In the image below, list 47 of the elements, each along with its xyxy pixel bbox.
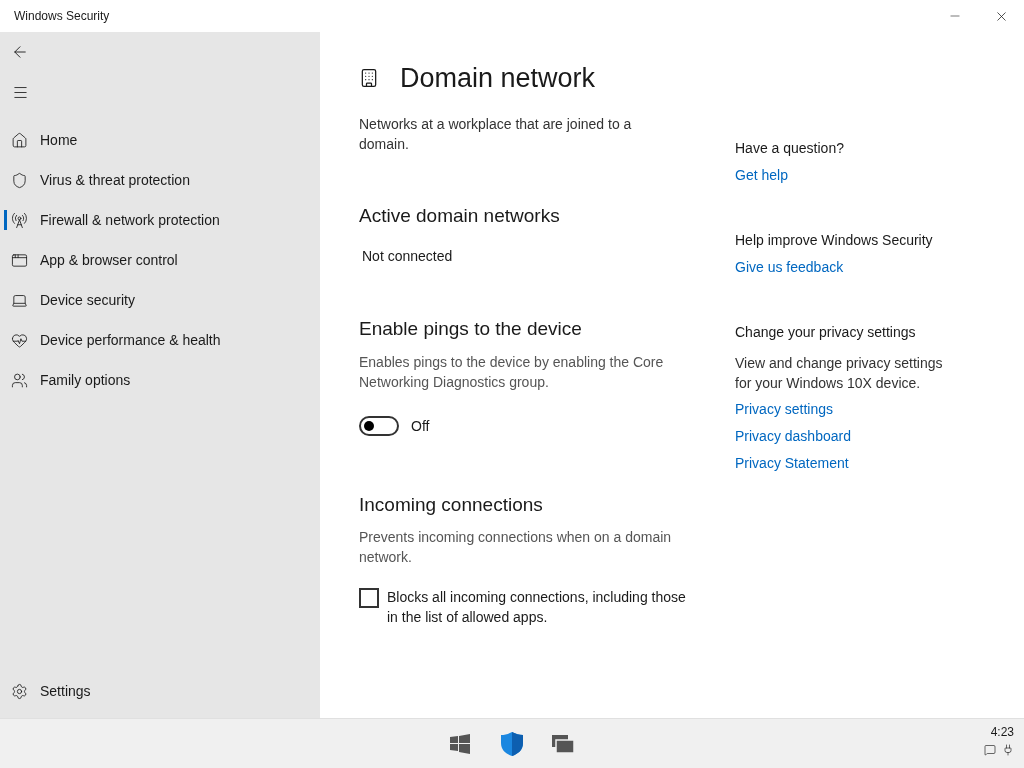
toggle-state-label: Off xyxy=(411,416,430,436)
nav-item[interactable]: Device security xyxy=(4,290,320,310)
antenna-icon xyxy=(11,211,28,229)
heart-icon xyxy=(11,331,28,349)
settings-button[interactable]: Settings xyxy=(0,671,320,711)
security-taskbar-button[interactable] xyxy=(500,730,524,757)
shield-icon xyxy=(11,171,28,189)
nav-item[interactable]: Virus & threat protection xyxy=(4,170,320,190)
page-title: Domain network xyxy=(400,62,596,95)
section-heading: Active domain networks xyxy=(359,203,561,228)
help-link[interactable]: Privacy settings xyxy=(735,399,834,420)
section-heading: Incoming connections xyxy=(359,492,544,517)
shield-icon xyxy=(500,730,524,757)
section-description: Enables pings to the device by enabling the Core Networking Diagnostics group. xyxy=(359,352,665,392)
building-icon xyxy=(359,68,379,89)
section-heading: Enable pings to the device xyxy=(359,317,583,341)
home-icon xyxy=(11,131,28,149)
help-link[interactable]: Privacy Statement xyxy=(735,453,849,474)
window-icon xyxy=(11,251,28,269)
help-link[interactable]: Get help xyxy=(735,165,788,186)
section-description: Prevents incoming connections when on a domain network. xyxy=(359,528,673,567)
checkbox[interactable] xyxy=(359,588,379,608)
nav-item[interactable]: Firewall & network protection xyxy=(4,210,320,230)
help-link[interactable]: Give us feedback xyxy=(735,257,844,278)
plug-icon xyxy=(1002,744,1014,756)
checkbox-label: Blocks all incoming connections, including those in the list of allowed apps. xyxy=(387,588,687,627)
page-description: Networks at a workplace that are joined to a domain. xyxy=(359,114,633,154)
clock-text: 4:23 xyxy=(990,724,1014,740)
start-button[interactable] xyxy=(450,732,472,755)
windows-logo-icon xyxy=(450,733,470,754)
task-view-button[interactable] xyxy=(552,733,574,754)
settings-icon xyxy=(11,682,28,700)
status-text: Not connected xyxy=(362,247,454,266)
message-icon xyxy=(984,744,996,756)
help-heading: Have a question? xyxy=(735,139,845,158)
nav-item[interactable]: Home xyxy=(4,130,320,150)
windows-stack-icon xyxy=(552,734,574,753)
nav-item[interactable]: Device performance & health xyxy=(4,330,320,350)
help-heading: Change your privacy settings xyxy=(735,323,917,342)
people-icon xyxy=(11,371,28,389)
help-description: View and change privacy settings for your Windows 10X device. xyxy=(735,354,944,393)
nav-item[interactable]: Family options xyxy=(4,370,320,390)
help-link[interactable]: Privacy dashboard xyxy=(735,426,851,447)
toggle-switch[interactable] xyxy=(359,416,399,436)
help-heading: Help improve Windows Security xyxy=(735,231,934,250)
nav-item[interactable]: App & browser control xyxy=(4,250,320,270)
window-title: Windows Security xyxy=(14,8,110,25)
